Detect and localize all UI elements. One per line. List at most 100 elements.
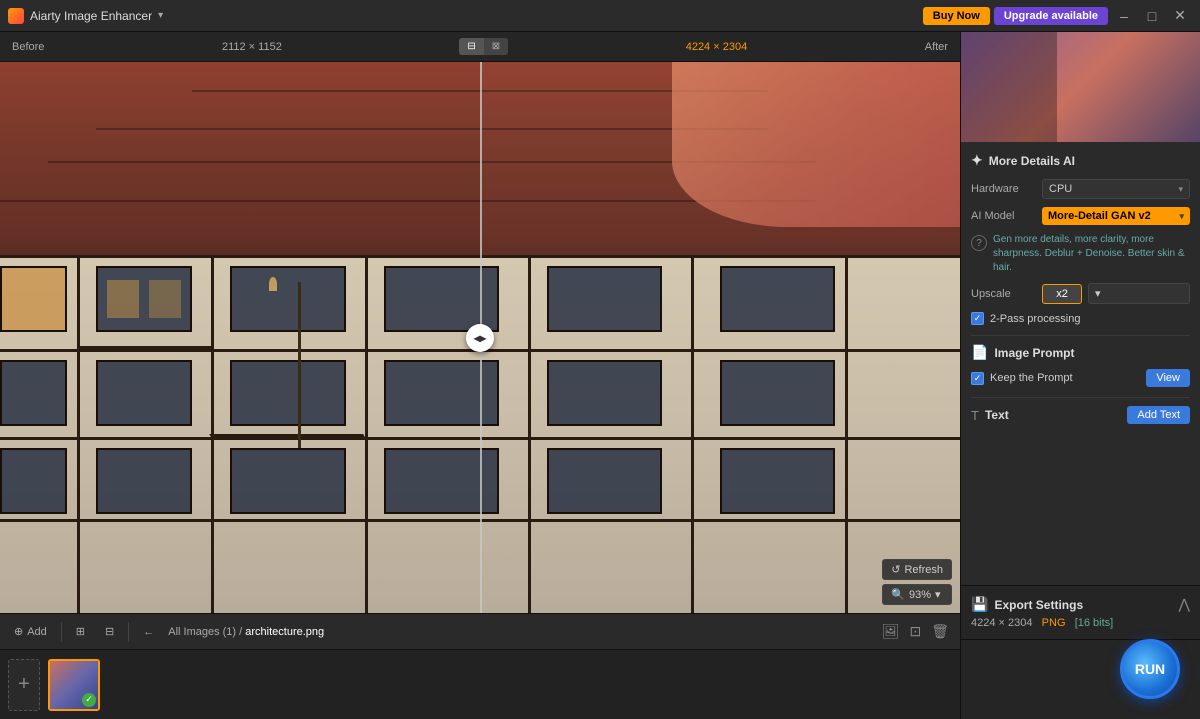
- refresh-button[interactable]: ↺ Refresh: [882, 559, 952, 580]
- bottom-toolbar: ⊕ Add ⊞ ⊟ ← All Images (1) / architectur…: [0, 613, 960, 649]
- upscale-row: Upscale x2 ▾: [971, 283, 1190, 304]
- ai-model-row: AI Model More-Detail GAN v2 ▾: [971, 207, 1190, 225]
- toggle-full[interactable]: ⊠: [484, 38, 508, 55]
- keep-prompt-row: ✓ Keep the Prompt View: [971, 369, 1190, 387]
- window-17: [547, 448, 662, 514]
- before-size: 2112 × 1152: [222, 41, 282, 53]
- two-pass-label: 2-Pass processing: [990, 313, 1081, 325]
- add-button[interactable]: ⊕ Add: [8, 622, 53, 641]
- text-section-label: T Text: [971, 408, 1009, 423]
- two-pass-checkbox[interactable]: ✓: [971, 312, 984, 325]
- thumbnail-architecture[interactable]: ✓: [48, 659, 100, 711]
- minimize-button[interactable]: –: [1112, 4, 1136, 28]
- export-header: 💾 Export Settings ⋀: [971, 596, 1190, 613]
- export-size: 4224 × 2304: [971, 617, 1032, 629]
- export-expand-button[interactable]: ⋀: [1179, 596, 1190, 613]
- preview-before-overlay: [961, 32, 1057, 142]
- beam-v4: [528, 255, 531, 613]
- ai-model-select[interactable]: More-Detail GAN v2 ▾: [1042, 207, 1190, 225]
- sky-patch: [672, 62, 960, 227]
- window-2: [96, 266, 192, 332]
- topbar: Before 2112 × 1152 ⊟ ⊠ 4224 × 2304 After: [0, 32, 960, 62]
- refresh-label: Refresh: [904, 564, 943, 576]
- hardware-row: Hardware CPU ▾: [971, 179, 1190, 199]
- add-icon: ⊕: [14, 625, 23, 638]
- grid-view-small[interactable]: ⊞: [70, 622, 91, 641]
- thumbnail-check: ✓: [82, 693, 96, 707]
- buy-now-button[interactable]: Buy Now: [923, 7, 990, 25]
- preview-thumbnail: [961, 32, 1200, 142]
- upgrade-button[interactable]: Upgrade available: [994, 7, 1108, 25]
- ai-model-dropdown-arrow: ▾: [1179, 211, 1184, 222]
- divider-1: [971, 335, 1190, 336]
- fit-button[interactable]: ⊡: [906, 620, 924, 643]
- ai-model-label: AI Model: [971, 210, 1036, 222]
- filename: architecture.png: [245, 626, 324, 638]
- beam-v1: [77, 255, 80, 613]
- back-icon: ←: [143, 626, 154, 638]
- add-label: Add: [27, 626, 47, 638]
- keep-prompt-label: Keep the Prompt: [990, 372, 1073, 384]
- titlebar: Aiarty Image Enhancer ▾ Buy Now Upgrade …: [0, 0, 1200, 32]
- export-format: PNG: [1042, 617, 1066, 629]
- hardware-select[interactable]: CPU ▾: [1042, 179, 1190, 199]
- image-prompt-label: Image Prompt: [994, 346, 1074, 360]
- check-mark: ✓: [974, 313, 982, 324]
- window-12: [720, 360, 835, 426]
- text-icon: T: [971, 408, 979, 423]
- app-title: Aiarty Image Enhancer: [30, 9, 152, 23]
- maximize-button[interactable]: □: [1140, 4, 1164, 28]
- upscale-dropdown-arrow: ▾: [1095, 287, 1101, 300]
- keep-prompt-checkbox[interactable]: ✓: [971, 372, 984, 385]
- hardware-label: Hardware: [971, 183, 1036, 195]
- before-label: Before: [12, 41, 44, 53]
- image-prompt-section: 📄 Image Prompt ✓ Keep the Prompt View: [971, 344, 1190, 387]
- export-panel: 💾 Export Settings ⋀ 4224 × 2304 PNG [16 …: [961, 585, 1200, 639]
- grid-small-icon: ⊞: [76, 625, 85, 638]
- titlebar-left: Aiarty Image Enhancer ▾: [8, 8, 163, 24]
- run-button-area: RUN: [961, 639, 1200, 719]
- two-pass-row: ✓ 2-Pass processing: [971, 312, 1190, 325]
- window-5: [547, 266, 662, 332]
- all-images-link[interactable]: All Images (1) /: [168, 626, 242, 638]
- right-panel: ✦ More Details AI Hardware CPU ▾ AI Mode…: [960, 32, 1200, 719]
- image-panel: Before 2112 × 1152 ⊟ ⊠ 4224 × 2304 After: [0, 32, 960, 719]
- add-image-button[interactable]: +: [8, 659, 40, 711]
- divider-2: [971, 397, 1190, 398]
- add-text-button[interactable]: Add Text: [1127, 406, 1190, 424]
- ai-model-value: More-Detail GAN v2: [1048, 210, 1151, 222]
- window-9: [230, 360, 345, 426]
- image-prompt-icon: 📄: [971, 344, 988, 361]
- toggle-split[interactable]: ⊟: [459, 38, 483, 55]
- zoom-value: 93%: [909, 589, 931, 601]
- view-toggle: ⊟ ⊠: [459, 38, 508, 55]
- title-dropdown-arrow[interactable]: ▾: [158, 10, 163, 21]
- window-18: [720, 448, 835, 514]
- close-button[interactable]: ✕: [1168, 4, 1192, 28]
- image-prompt-header: 📄 Image Prompt: [971, 344, 1190, 361]
- grid-view-large[interactable]: ⊟: [99, 622, 120, 641]
- after-size: 4224 × 2304: [686, 41, 747, 53]
- image-info-button[interactable]: 🖼: [879, 620, 903, 643]
- help-icon: ?: [971, 235, 987, 251]
- zoom-dropdown-arrow: ▾: [935, 588, 941, 601]
- zoom-icon: 🔍: [891, 588, 905, 601]
- back-button[interactable]: ←: [137, 623, 160, 641]
- run-button[interactable]: RUN: [1120, 639, 1180, 699]
- window-7: [0, 360, 67, 426]
- export-info: 4224 × 2304 PNG [16 bits]: [971, 617, 1190, 629]
- file-path: All Images (1) / architecture.png: [168, 626, 870, 638]
- delete-button[interactable]: 🗑: [928, 620, 952, 643]
- beam-v3: [365, 255, 368, 613]
- window-14: [96, 448, 192, 514]
- window-6: [720, 266, 835, 332]
- divider-handle[interactable]: ◂▸: [466, 324, 494, 352]
- section-title-text: More Details AI: [989, 154, 1075, 168]
- image-canvas[interactable]: ◂▸ ↺ Refresh 🔍 93% ▾: [0, 62, 960, 613]
- view-button[interactable]: View: [1146, 369, 1190, 387]
- help-row: ? Gen more details, more clarity, more s…: [971, 233, 1190, 275]
- hardware-dropdown-arrow: ▾: [1178, 184, 1183, 195]
- window-1: [0, 266, 67, 332]
- refresh-icon: ↺: [891, 563, 900, 576]
- upscale-select[interactable]: ▾: [1088, 283, 1190, 304]
